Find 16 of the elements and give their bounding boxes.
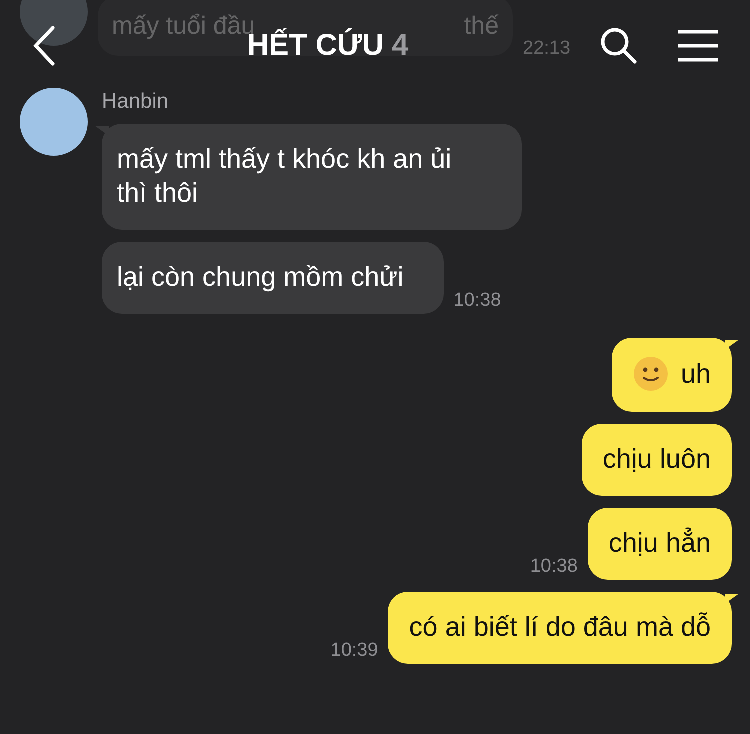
message-time: 10:39 [330, 640, 378, 662]
smiley-icon [632, 356, 669, 392]
search-icon[interactable] [600, 27, 638, 65]
sender-name: Hanbin [102, 90, 170, 114]
menu-icon[interactable] [678, 30, 718, 62]
bubble-tail [95, 126, 109, 136]
message-time: 22:13 [523, 38, 571, 60]
member-count: 4 [392, 29, 409, 63]
message-time: 10:38 [530, 556, 578, 578]
message-bubble: chịu hẳn [588, 508, 732, 580]
message-time: 10:38 [454, 290, 502, 312]
message-bubble: lại còn chung mồm chửi [102, 242, 444, 314]
bubble-tail [725, 594, 739, 604]
back-icon[interactable] [32, 26, 56, 66]
bubble-tail [725, 340, 739, 350]
message-bubble: chịu luôn [582, 424, 732, 496]
